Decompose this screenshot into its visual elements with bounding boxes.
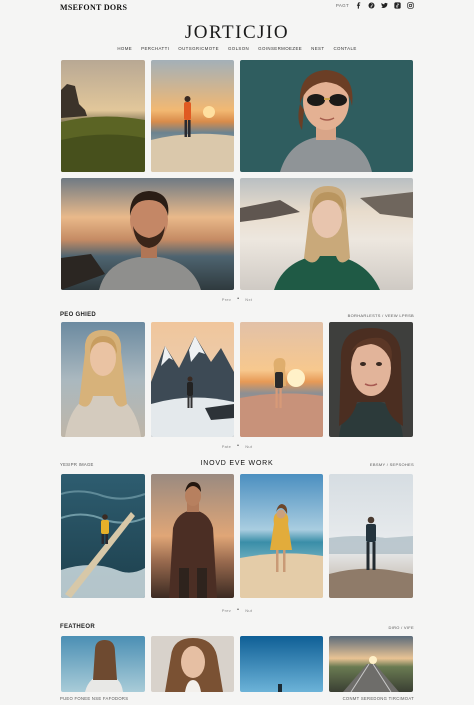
photo-woman-hair-blowing[interactable] [151,636,234,692]
section-title-3: FEATHEOR [60,624,95,630]
nav-item-2[interactable]: PERCHATTI [141,46,169,51]
footer-bar: PUEO FONEE NSE FAFODORS CONMT SEREDONG T… [60,696,414,704]
photo-woman-portrait[interactable] [329,322,413,437]
tiktok-icon[interactable] [394,2,401,9]
facebook-icon[interactable] [355,2,362,9]
photo-man-beach-sunset[interactable] [151,60,234,172]
nav-item-4[interactable]: GOLSON [228,46,249,51]
nav-item-5[interactable]: GOINSERMOEZEE [258,46,302,51]
brand-logo[interactable]: MSEFONT DORS [60,3,127,12]
photo-surfer[interactable] [61,474,145,598]
section-header-2: YESIPR IMAGE INOVD EVE WORK EBSMY / SEPS… [60,460,414,469]
photo-woman-beach-yellow[interactable] [240,474,323,598]
section-link-2[interactable]: EBSMY / SEPSOHES [370,462,414,467]
nav-item-home[interactable]: HOME [117,46,132,51]
nav-item-contact[interactable]: CONTALE [333,46,356,51]
nav-item-3[interactable]: OUTSGRICMOTE [178,46,219,51]
nav-item-6[interactable]: NEST [311,46,324,51]
page-title: JORTICJIO [184,22,290,43]
pager-dot-icon[interactable]: • [237,443,239,449]
section-title-2: INOVD EVE WORK [200,460,274,467]
section-link-1[interactable]: BORHARLESTS / VEEW LPRSB [348,313,414,318]
pager-prev[interactable]: Pate [222,444,231,449]
instagram-icon[interactable] [407,2,414,9]
photo-woman-beach-green[interactable] [240,178,413,290]
pager-block-3: Prev • Nut [0,607,474,613]
pager-prev[interactable]: Prev [222,297,231,302]
photo-snowy-mountain[interactable] [151,322,234,437]
photo-bearded-man[interactable] [61,178,234,290]
photo-blue-sky[interactable] [240,636,323,692]
pager-block-1: Prev • Nxt [0,296,474,302]
pager-next[interactable]: Nxt [245,297,252,302]
pager-dot-icon[interactable]: • [237,607,239,613]
twitter-icon[interactable] [381,2,388,9]
top-right-links: PAGT [336,2,414,9]
section-header-1: PEO GHIED BORHARLESTS / VEEW LPRSB [60,312,414,320]
section-header-3: FEATHEOR DIRO / VIFE [60,624,414,632]
footer-right-text[interactable]: CONMT SEREDONG TIRCIMOAT [343,696,414,701]
photo-coastal-cliffs[interactable] [61,60,145,172]
photo-blonde-woman-coat[interactable] [61,322,145,437]
photo-man-rocks-mist[interactable] [329,474,413,598]
section-title-1: PEO GHIED [60,312,97,318]
pager-next[interactable]: Nut [245,444,252,449]
section-link-3[interactable]: DIRO / VIFE [388,625,414,630]
photo-woman-back-beach[interactable] [61,636,145,692]
pinterest-icon[interactable] [368,2,375,9]
pager-block-2: Pate • Nut [0,443,474,449]
photo-man-dusk[interactable] [151,474,234,598]
pager-dot-icon[interactable]: • [237,296,239,302]
photo-child-sunglasses[interactable] [240,60,413,172]
photo-woman-sunset-walk[interactable] [240,322,323,437]
footer-left-text: PUEO FONEE NSE FAFODORS [60,696,129,701]
pager-next[interactable]: Nut [245,608,252,613]
pager-prev[interactable]: Prev [222,608,231,613]
top-bar: MSEFONT DORS PAGT [0,0,474,16]
photo-railway-sunset[interactable] [329,636,413,692]
top-page-link[interactable]: PAGT [336,3,349,8]
main-nav: HOME PERCHATTI OUTSGRICMOTE GOLSON GOINS… [0,46,474,51]
